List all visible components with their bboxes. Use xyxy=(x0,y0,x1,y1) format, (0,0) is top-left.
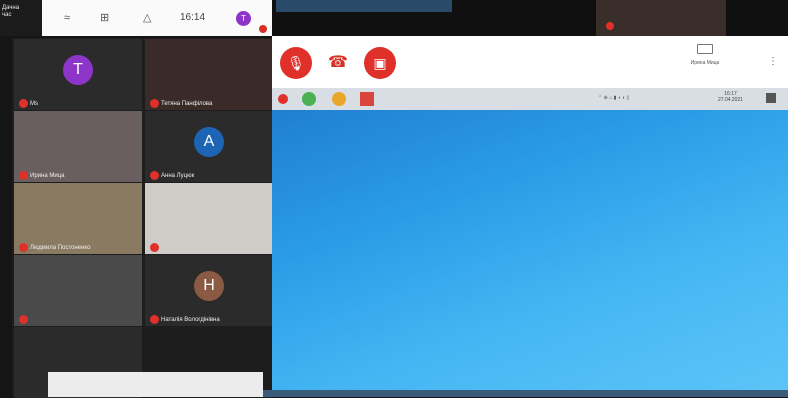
participant-name: Людмила Постоненко xyxy=(30,245,91,251)
keyboard-icon[interactable] xyxy=(697,44,713,54)
app-icon[interactable] xyxy=(360,92,374,106)
tray-icons: ⌃ ⊕ ⌂ ▮ ◖ ◗ ▯ xyxy=(598,95,630,101)
mic-muted-icon xyxy=(150,315,159,324)
mic-muted-icon xyxy=(19,243,28,252)
signal-icon: ≈ xyxy=(64,12,71,24)
bottom-strip xyxy=(215,390,788,397)
join-banner xyxy=(48,372,263,397)
top-video-strip xyxy=(272,0,788,36)
chrome-icon[interactable] xyxy=(332,92,346,106)
mic-muted-icon xyxy=(259,25,267,33)
tray-date: 27.04.2021 xyxy=(718,97,744,103)
mic-muted-icon xyxy=(150,99,159,108)
more-options-icon[interactable]: ⋮ xyxy=(768,56,778,67)
warning-icon: △ xyxy=(143,12,152,24)
mic-muted-icon xyxy=(19,99,28,108)
end-call-icon[interactable]: ☎ xyxy=(322,47,354,79)
cast-icon: ⊞ xyxy=(100,12,110,24)
mic-muted-icon xyxy=(19,315,28,324)
participant-tile[interactable] xyxy=(14,255,142,326)
status-time: 16:14 xyxy=(180,12,206,23)
presenter-name: Ирина Мица xyxy=(690,60,720,66)
mic-muted-icon xyxy=(278,94,288,104)
participant-name: Тетяна Панфілова xyxy=(161,101,213,107)
app-title: Дачна час xyxy=(0,0,42,36)
participant-tile[interactable]: H Наталія Вологдінівна xyxy=(145,255,273,326)
participant-name: Анна Луцюк xyxy=(161,173,195,179)
camera-off-icon[interactable]: ▣ xyxy=(364,47,396,79)
account-avatar[interactable]: T xyxy=(236,11,251,26)
participant-grid: T Ms Тетяна Панфілова Ирина Мица A Анна Луцюк… xyxy=(12,38,273,398)
participant-name: Наталія Вологдінівна xyxy=(161,317,220,323)
participant-avatar: A xyxy=(194,127,224,157)
notification-icon[interactable] xyxy=(766,93,776,103)
participant-avatar: H xyxy=(194,271,224,301)
shared-desktop xyxy=(272,110,788,390)
participant-tile[interactable] xyxy=(145,183,273,254)
shared-video-thumb xyxy=(276,0,452,12)
participant-name: Ирина Мица xyxy=(30,173,65,179)
participant-tile[interactable]: A Анна Луцюк xyxy=(145,111,273,182)
mic-muted-icon xyxy=(150,243,159,252)
mic-off-icon[interactable]: 🎙 xyxy=(280,47,312,79)
whatsapp-icon[interactable] xyxy=(302,92,316,106)
participant-name: Ms xyxy=(30,101,38,107)
top-participant-tile[interactable] xyxy=(596,0,726,36)
participant-avatar: T xyxy=(63,55,93,85)
mic-muted-icon xyxy=(606,22,614,30)
mic-muted-icon xyxy=(150,171,159,180)
taskbar-clock: 16:17 27.04.2021 xyxy=(718,91,743,103)
participant-tile[interactable]: Ирина Мица xyxy=(14,111,142,182)
taskbar xyxy=(272,88,788,110)
mic-muted-icon xyxy=(19,171,28,180)
participant-tile[interactable]: Тетяна Панфілова xyxy=(145,39,273,110)
participant-tile[interactable]: Людмила Постоненко xyxy=(14,183,142,254)
participant-tile[interactable]: T Ms xyxy=(14,39,142,110)
